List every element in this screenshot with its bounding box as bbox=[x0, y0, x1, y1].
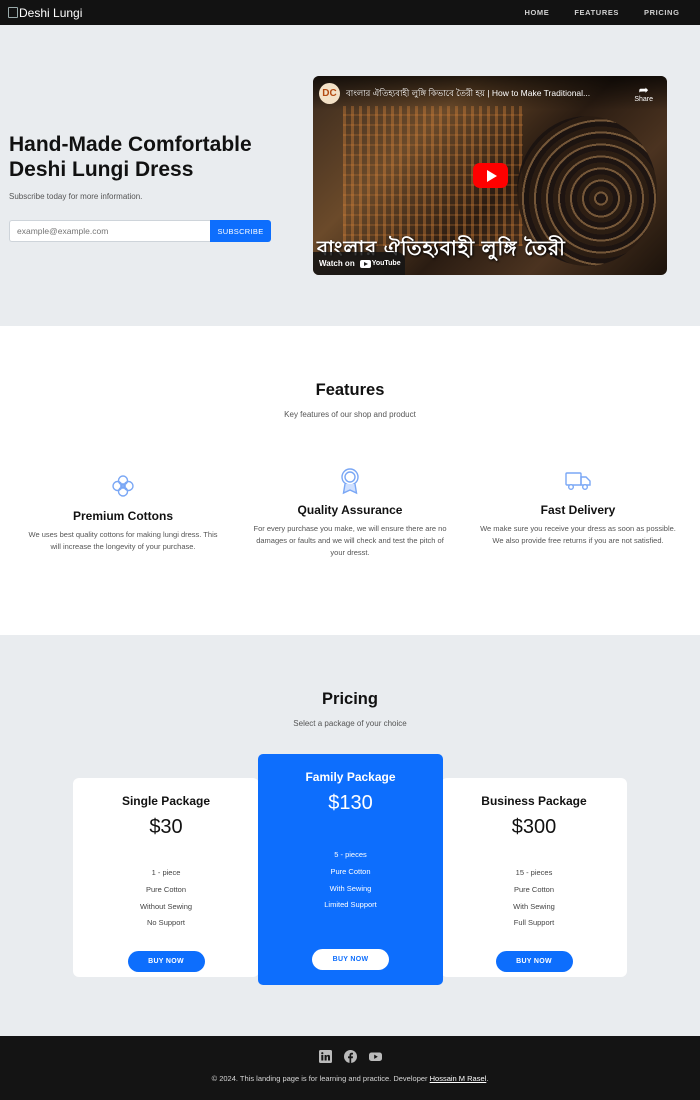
pricing-card-business: Business Package $300 15 - pieces Pure C… bbox=[441, 778, 627, 977]
facebook-icon[interactable] bbox=[343, 1050, 357, 1063]
linkedin-icon[interactable] bbox=[318, 1050, 332, 1063]
features-section: Features Key features of our shop and pr… bbox=[0, 326, 700, 635]
hero-subtitle: Subscribe today for more information. bbox=[9, 192, 143, 201]
share-button[interactable]: ➦ Share bbox=[634, 84, 653, 103]
plan-features: 1 - piece Pure Cotton Without Sewing No … bbox=[73, 865, 259, 932]
hero-title-line-2: Deshi Lungi Dress bbox=[9, 158, 194, 181]
plan-feature: Pure Cotton bbox=[513, 884, 555, 894]
developer-link[interactable]: Hossain M Rasel bbox=[430, 1074, 487, 1083]
buy-now-button[interactable]: BUY NOW bbox=[495, 951, 573, 973]
pricing-subtitle: Select a package of your choice bbox=[293, 719, 407, 728]
plan-price: $300 bbox=[511, 816, 557, 838]
brand-alt-text: Deshi Lungi bbox=[19, 5, 83, 20]
broken-image-icon bbox=[8, 7, 18, 18]
feature-card-quality-assurance: Quality Assurance For every purchase you… bbox=[250, 467, 450, 559]
plan-feature: Full Support bbox=[513, 918, 555, 928]
navbar: Deshi Lungi HOME FEATURES PRICING bbox=[0, 0, 700, 25]
buy-now-button[interactable]: BUY NOW bbox=[127, 951, 205, 973]
plan-features: 5 - pieces Pure Cotton With Sewing Limit… bbox=[258, 847, 443, 914]
share-label: Share bbox=[634, 96, 653, 103]
plan-feature: 5 - pieces bbox=[334, 850, 367, 859]
plan-features: 15 - pieces Pure Cotton With Sewing Full… bbox=[441, 865, 627, 932]
plan-feature: With Sewing bbox=[329, 883, 372, 893]
watch-on-youtube-button[interactable]: Watch on YouTube bbox=[313, 252, 405, 275]
feature-title: Quality Assurance bbox=[297, 503, 403, 517]
plan-name: Single Package bbox=[121, 794, 211, 808]
feature-text: For every purchase you make, we will ens… bbox=[253, 524, 447, 557]
youtube-label: YouTube bbox=[371, 260, 401, 267]
flower-icon bbox=[23, 473, 223, 499]
brand-logo[interactable]: Deshi Lungi bbox=[8, 6, 82, 20]
nav-link-pricing[interactable]: PRICING bbox=[632, 8, 692, 17]
footer: © 2024. This landing page is for learnin… bbox=[0, 1036, 700, 1100]
features-subtitle: Key features of our shop and product bbox=[284, 410, 416, 419]
truck-icon bbox=[478, 467, 678, 493]
hero-title: Hand-Made Comfortable Deshi Lungi Dress bbox=[9, 132, 289, 182]
pricing-section: Pricing Select a package of your choice … bbox=[0, 635, 700, 1036]
pricing-card-family: Family Package $130 5 - pieces Pure Cott… bbox=[258, 754, 443, 985]
hero-title-line-1: Hand-Made Comfortable bbox=[9, 133, 252, 156]
plan-feature: Pure Cotton bbox=[145, 884, 187, 894]
plan-feature: Pure Cotton bbox=[330, 866, 371, 876]
plan-feature: 1 - piece bbox=[151, 868, 181, 877]
plan-feature: 15 - pieces bbox=[515, 868, 553, 877]
plan-name: Family Package bbox=[305, 770, 396, 784]
feature-title: Fast Delivery bbox=[540, 503, 616, 517]
channel-avatar[interactable]: DC bbox=[319, 83, 340, 104]
feature-text: We make sure you receive your dress as s… bbox=[480, 524, 676, 545]
copyright-text: © 2024. This landing page is for learnin… bbox=[0, 1074, 700, 1083]
youtube-icon bbox=[359, 259, 371, 268]
pricing-title: Pricing bbox=[322, 690, 378, 708]
plan-feature: No Support bbox=[147, 918, 185, 928]
plan-name: Business Package bbox=[481, 794, 587, 808]
nav-link-home[interactable]: HOME bbox=[512, 8, 562, 17]
video-title[interactable]: বাংলার ঐতিহ্যবাহী লুঙ্গি কিভাবে তৈরী হয়… bbox=[346, 87, 628, 101]
play-button-icon[interactable] bbox=[473, 163, 508, 188]
nav-link-features[interactable]: FEATURES bbox=[562, 8, 632, 17]
social-links bbox=[0, 1036, 700, 1063]
features-header: Features Key features of our shop and pr… bbox=[0, 381, 700, 419]
hero-text: Hand-Made Comfortable Deshi Lungi Dress … bbox=[9, 132, 289, 242]
share-icon: ➦ bbox=[638, 83, 649, 97]
copyright-period: . bbox=[486, 1074, 489, 1083]
subscribe-button[interactable]: SUBSCRIBE bbox=[210, 220, 271, 242]
award-icon bbox=[250, 467, 450, 495]
feature-card-fast-delivery: Fast Delivery We make sure you receive y… bbox=[478, 467, 678, 547]
plan-price: $30 bbox=[149, 816, 183, 838]
youtube-logo: YouTube bbox=[359, 259, 401, 268]
youtube-video-embed[interactable]: DC বাংলার ঐতিহ্যবাহী লুঙ্গি কিভাবে তৈরী … bbox=[313, 76, 667, 275]
pricing-card-single: Single Package $30 1 - piece Pure Cotton… bbox=[73, 778, 259, 977]
copyright-label: © 2024. This landing page is for learnin… bbox=[211, 1074, 428, 1083]
feature-title: Premium Cottons bbox=[72, 509, 173, 523]
feature-card-premium-cottons: Premium Cottons We uses best quality cot… bbox=[23, 473, 223, 553]
plan-price: $130 bbox=[328, 792, 373, 814]
plan-feature: With Sewing bbox=[513, 901, 555, 911]
subscribe-form: SUBSCRIBE bbox=[9, 220, 271, 242]
plan-feature: Without Sewing bbox=[139, 901, 193, 911]
nav-links: HOME FEATURES PRICING bbox=[512, 8, 692, 17]
youtube-icon[interactable] bbox=[368, 1050, 382, 1063]
plan-feature: Limited Support bbox=[324, 900, 377, 910]
feature-text: We uses best quality cottons for making … bbox=[28, 530, 218, 551]
pricing-header: Pricing Select a package of your choice bbox=[0, 690, 700, 728]
hero-section: Hand-Made Comfortable Deshi Lungi Dress … bbox=[0, 25, 700, 326]
email-input[interactable] bbox=[9, 220, 210, 242]
buy-now-button[interactable]: BUY NOW bbox=[312, 949, 389, 971]
watch-on-label: Watch on bbox=[319, 259, 355, 268]
features-title: Features bbox=[315, 381, 385, 399]
